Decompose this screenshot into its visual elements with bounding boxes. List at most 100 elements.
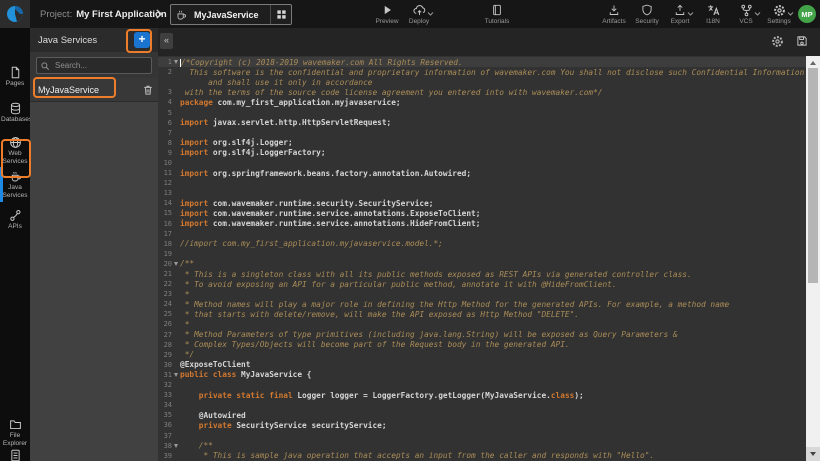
sidebar-item-logs[interactable]: Logs: [0, 449, 30, 461]
security-button[interactable]: Security: [634, 0, 660, 28]
sidebar-item-label: Java Services: [1, 184, 29, 200]
fold-toggle-icon[interactable]: [174, 262, 178, 266]
code-line: 3 with the terms of the source code lice…: [158, 87, 806, 97]
code-text: package com.my_first_application.myjavas…: [180, 98, 806, 107]
sidebar-item-java-services[interactable]: Java Services: [0, 170, 30, 200]
chevron-down-icon: [427, 11, 434, 17]
line-number: 23: [158, 290, 172, 298]
code-line: 32: [158, 380, 806, 390]
scroll-up-arrow[interactable]: [806, 58, 820, 68]
shield-icon: [641, 4, 653, 16]
tutorials-button[interactable]: Tutorials: [484, 0, 510, 28]
translate-icon: [707, 4, 720, 17]
line-number: 39: [158, 452, 172, 460]
scroll-down-arrow[interactable]: [806, 447, 820, 461]
search-input[interactable]: [53, 58, 151, 73]
line-number: 31: [158, 371, 172, 379]
code-line: and shall use it only in accordance: [158, 77, 806, 87]
code-editor: « 1 /*Copyright (c) 2018-2019 wavemaker.c…: [158, 28, 820, 461]
grid-icon[interactable]: [270, 5, 291, 24]
code-line: 4package com.my_first_application.myjava…: [158, 97, 806, 107]
code-line: 1 /*Copyright (c) 2018-2019 wavemaker.com…: [158, 57, 806, 67]
page-icon: [9, 66, 22, 79]
sidebar-item-apis[interactable]: APIs: [0, 209, 30, 231]
line-number: 7: [158, 129, 172, 137]
security-label: Security: [635, 18, 658, 25]
preview-button[interactable]: Preview: [374, 0, 400, 28]
line-number: 1: [158, 58, 172, 66]
line-number: 5: [158, 109, 172, 117]
code-text: import com.wavemaker.runtime.security.Se…: [180, 199, 806, 208]
code-line: 37: [158, 430, 806, 440]
database-icon: [9, 102, 22, 115]
topbar-actions-left: PreviewDeploy Tutorials: [374, 0, 510, 28]
add-service-button[interactable]: +: [134, 32, 150, 48]
code-text: /*Copyright (c) 2018-2019 wavemaker.com …: [180, 58, 806, 67]
line-number: 9: [158, 149, 172, 157]
line-number: 27: [158, 331, 172, 339]
breadcrumb: Project: My First Application: [40, 0, 167, 28]
code-text: import org.slf4j.LoggerFactory;: [180, 148, 806, 157]
code-line: 18//import com.my_first_application.myja…: [158, 239, 806, 249]
line-number: 15: [158, 209, 172, 217]
search-row: [30, 52, 158, 78]
wavemaker-logo-icon: [6, 5, 24, 23]
tutorials-label: Tutorials: [485, 18, 510, 25]
fold-toggle-icon[interactable]: [174, 444, 178, 448]
service-item-myjavaservice[interactable]: MyJavaService: [30, 78, 158, 102]
code-line: 33 private static final Logger logger = …: [158, 390, 806, 400]
code-line: 15import com.wavemaker.runtime.service.a…: [158, 208, 806, 218]
gear-icon: [773, 4, 786, 17]
line-number: 30: [158, 361, 172, 369]
fold-toggle-icon[interactable]: [174, 60, 178, 64]
code-text: */: [180, 350, 806, 359]
artifacts-button[interactable]: Artifacts: [601, 0, 627, 28]
code-text: * Complex Types/Objects will become part…: [180, 340, 806, 349]
line-number: 16: [158, 220, 172, 228]
code-line: 9 import org.slf4j.LoggerFactory;: [158, 148, 806, 158]
wavemaker-studio: Project: My First Application MyJavaServ…: [0, 0, 820, 461]
code-line: 20/**: [158, 259, 806, 269]
sidebar-item-databases[interactable]: Databases: [0, 102, 30, 124]
tab-myjavaservice[interactable]: MyJavaService: [170, 4, 292, 25]
line-number: 35: [158, 411, 172, 419]
line-number: 25: [158, 310, 172, 318]
editor-toolbar: «: [158, 28, 820, 57]
code-line: 17: [158, 229, 806, 239]
vcs-button[interactable]: VCS: [733, 0, 759, 28]
sidebar-item-label: File Explorer: [1, 432, 29, 448]
export-button[interactable]: Export: [667, 0, 693, 28]
line-number: 26: [158, 320, 172, 328]
coffee-icon: [9, 170, 22, 183]
chevron-right-icon: [153, 7, 165, 21]
code-line: 34: [158, 400, 806, 410]
code-line: 27 * Method Parameters of type primitive…: [158, 330, 806, 340]
collapse-panel-button[interactable]: «: [160, 33, 173, 49]
line-number: 20: [158, 260, 172, 268]
scroll-thumb[interactable]: [808, 68, 818, 283]
sidebar-item-file-explorer[interactable]: File Explorer: [0, 418, 30, 448]
chevron-down-icon: [754, 11, 761, 17]
code-line: 38 /**: [158, 441, 806, 451]
code-line: 5: [158, 107, 806, 117]
code-area[interactable]: 1 /*Copyright (c) 2018-2019 wavemaker.com…: [158, 56, 806, 461]
play-icon: [382, 4, 393, 16]
wavemaker-logo[interactable]: [0, 0, 30, 28]
avatar[interactable]: MP: [798, 5, 816, 23]
fold-toggle-icon[interactable]: [174, 373, 178, 377]
deploy-button[interactable]: Deploy: [406, 0, 432, 28]
line-number: 17: [158, 230, 172, 238]
code-line: 30@ExposeToClient: [158, 360, 806, 370]
editor-scrollbar[interactable]: [806, 56, 820, 461]
sidebar-item-pages[interactable]: Pages: [0, 66, 30, 88]
delete-service-button[interactable]: [138, 84, 158, 96]
search-box: [36, 57, 152, 74]
line-number: 21: [158, 270, 172, 278]
i18n-button[interactable]: I18N: [700, 0, 726, 28]
api-icon: [9, 209, 22, 222]
save-button[interactable]: [796, 35, 808, 47]
sidebar-item-web-services[interactable]: Web Services: [0, 136, 30, 166]
editor-settings-gear-icon[interactable]: [771, 35, 784, 48]
settings-button[interactable]: Settings: [766, 0, 792, 28]
code-line: 28 * Complex Types/Objects will become p…: [158, 340, 806, 350]
